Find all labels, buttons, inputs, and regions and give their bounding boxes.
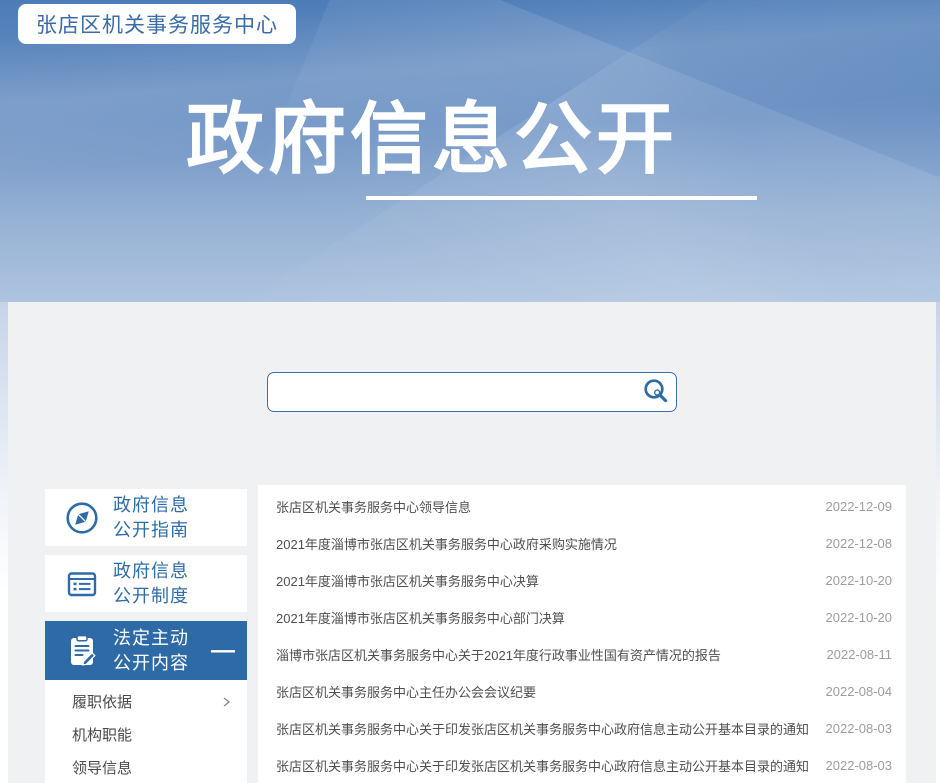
document-list-icon [64, 566, 100, 602]
sidebar-item-label: 法定主动 公开内容 [113, 626, 189, 676]
subitem-label: 领导信息 [72, 757, 132, 778]
sidebar-subitem-duty-basis[interactable]: 履职依据 [45, 685, 247, 718]
search-icon [641, 377, 671, 407]
article-title: 张店区机关事务服务中心关于印发张店区机关事务服务中心政府信息主动公开基本目录的通… [276, 719, 816, 738]
sidebar-subitem-leader-info[interactable]: 领导信息 [45, 751, 247, 783]
sidebar-subitem-org-functions[interactable]: 机构职能 [45, 718, 247, 751]
search-bar [267, 372, 677, 412]
article-title: 张店区机关事务服务中心主任办公会会议纪要 [276, 682, 816, 701]
article-title: 张店区机关事务服务中心关于印发张店区机关事务服务中心政府信息主动公开基本目录的通… [276, 756, 816, 775]
compass-icon [64, 500, 100, 536]
sidebar-item-open-rules[interactable]: 政府信息 公开制度 [45, 555, 247, 612]
sidebar-submenu: 履职依据 机构职能 领导信息 [45, 680, 247, 783]
article-row[interactable]: 张店区机关事务服务中心关于印发张店区机关事务服务中心政府信息主动公开基本目录的通… [258, 710, 906, 747]
article-title: 2021年度淄博市张店区机关事务服务中心政府采购实施情况 [276, 534, 816, 553]
article-date: 2022-10-20 [826, 573, 893, 588]
page: 张店区机关事务服务中心 政府信息公开 [0, 0, 940, 783]
article-row[interactable]: 2021年度淄博市张店区机关事务服务中心部门决算 2022-10-20 [258, 599, 906, 636]
article-list: 张店区机关事务服务中心领导信息 2022-12-09 2021年度淄博市张店区机… [258, 485, 906, 783]
sidebar: 政府信息 公开指南 政府信息 公开制度 [45, 489, 247, 783]
article-row[interactable]: 张店区机关事务服务中心领导信息 2022-12-09 [258, 488, 906, 525]
article-row[interactable]: 淄博市张店区机关事务服务中心关于2021年度行政事业性国有资产情况的报告 202… [258, 636, 906, 673]
article-date: 2022-12-09 [826, 499, 893, 514]
article-row[interactable]: 2021年度淄博市张店区机关事务服务中心决算 2022-10-20 [258, 562, 906, 599]
sidebar-item-statutory-disclosure[interactable]: 法定主动 公开内容 — [45, 621, 247, 680]
hero-banner: 张店区机关事务服务中心 政府信息公开 [0, 0, 940, 302]
sidebar-item-label: 政府信息 公开指南 [113, 493, 189, 543]
article-title: 张店区机关事务服务中心领导信息 [276, 497, 816, 516]
chevron-right-icon [219, 695, 233, 709]
article-row[interactable]: 张店区机关事务服务中心主任办公会会议纪要 2022-08-04 [258, 673, 906, 710]
sidebar-item-open-guide[interactable]: 政府信息 公开指南 [45, 489, 247, 546]
subitem-label: 履职依据 [72, 691, 132, 712]
article-date: 2022-08-03 [826, 758, 893, 773]
article-date: 2022-08-11 [826, 647, 892, 662]
clipboard-pen-icon [64, 633, 100, 669]
main-panel: 政府信息 公开指南 政府信息 公开制度 [8, 302, 936, 783]
sidebar-item-label: 政府信息 公开制度 [113, 559, 189, 609]
page-title: 政府信息公开 [186, 98, 746, 181]
article-title: 2021年度淄博市张店区机关事务服务中心部门决算 [276, 608, 816, 627]
article-date: 2022-08-04 [826, 684, 893, 699]
search-input[interactable] [268, 373, 636, 411]
article-date: 2022-08-03 [826, 721, 893, 736]
article-row[interactable]: 张店区机关事务服务中心关于印发张店区机关事务服务中心政府信息主动公开基本目录的通… [258, 747, 906, 783]
site-name-badge[interactable]: 张店区机关事务服务中心 [18, 4, 296, 44]
article-date: 2022-12-08 [826, 536, 893, 551]
site-name-label: 张店区机关事务服务中心 [36, 9, 278, 39]
article-row[interactable]: 2021年度淄博市张店区机关事务服务中心政府采购实施情况 2022-12-08 [258, 525, 906, 562]
article-title: 淄博市张店区机关事务服务中心关于2021年度行政事业性国有资产情况的报告 [276, 645, 816, 664]
article-title: 2021年度淄博市张店区机关事务服务中心决算 [276, 571, 816, 590]
collapse-minus-icon[interactable]: — [211, 639, 235, 663]
title-underline [366, 196, 757, 200]
search-button[interactable] [636, 373, 676, 411]
subitem-label: 机构职能 [72, 724, 132, 745]
article-date: 2022-10-20 [826, 610, 893, 625]
